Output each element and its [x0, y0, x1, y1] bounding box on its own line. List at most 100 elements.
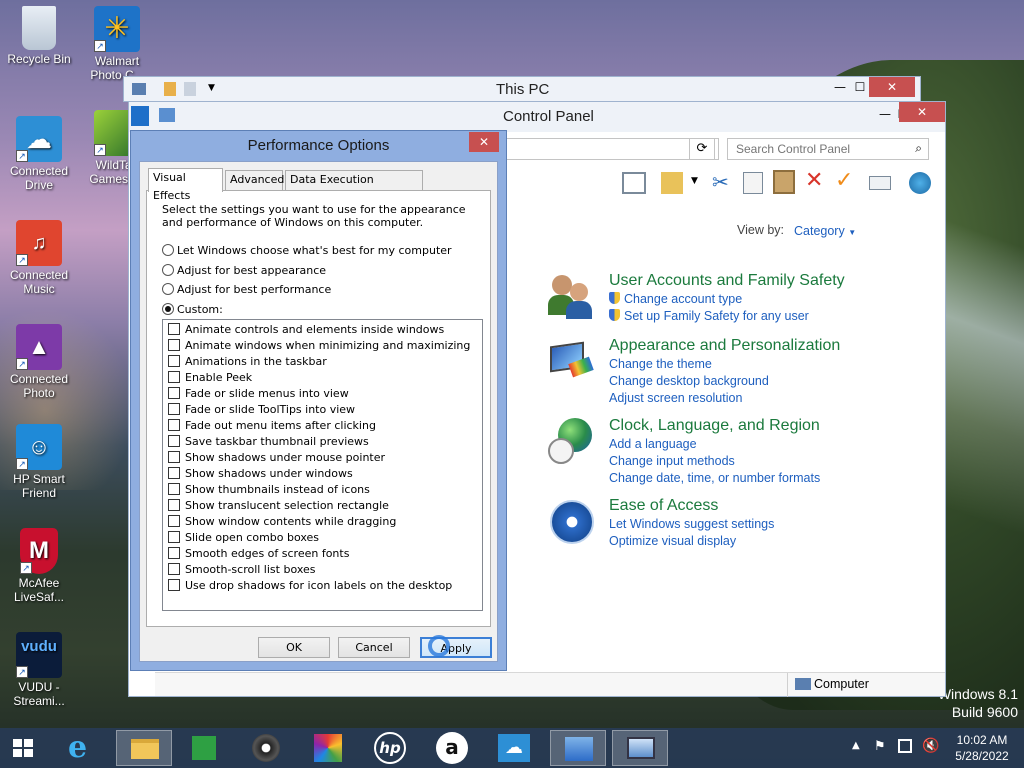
photo-app-icon[interactable] — [304, 730, 352, 766]
store-icon[interactable] — [180, 730, 228, 766]
desktop-icon-connected-photo[interactable]: ▲ ↗ Connected Photo — [6, 324, 72, 400]
option-row[interactable]: Show translucent selection rectangle — [168, 498, 389, 514]
option-row[interactable]: Smooth edges of screen fonts — [168, 546, 349, 562]
radio-let-windows-choose[interactable]: Let Windows choose what's best for my co… — [162, 243, 452, 259]
address-bar[interactable]: ▼ — [499, 138, 719, 160]
desktop-icon-walmart-photo[interactable]: ✳ ↗ Walmart Photo C... — [84, 6, 150, 82]
internet-explorer-icon[interactable]: e — [58, 730, 106, 766]
checkbox[interactable] — [168, 547, 180, 559]
category-title[interactable]: Ease of Access — [609, 496, 909, 516]
connected-drive-taskbar-icon[interactable]: ☁ — [490, 730, 538, 766]
task-link[interactable]: Adjust screen resolution — [609, 390, 909, 407]
search-input[interactable] — [728, 139, 908, 159]
ok-button[interactable]: OK — [258, 637, 330, 658]
copy-icon[interactable] — [743, 172, 763, 194]
desktop-icon-connected-music[interactable]: ♫ ↗ Connected Music — [6, 220, 72, 296]
task-link[interactable]: Change input methods — [609, 453, 909, 470]
option-row[interactable]: Animate windows when minimizing and maxi… — [168, 338, 470, 354]
amazon-icon[interactable]: a — [428, 730, 476, 766]
radio-button[interactable] — [162, 264, 174, 276]
properties-icon[interactable] — [164, 82, 176, 96]
control-panel-taskbar-icon[interactable] — [550, 730, 606, 766]
apply-button[interactable]: Apply — [420, 635, 492, 658]
task-link[interactable]: Change account type — [609, 291, 909, 308]
checkbox[interactable] — [168, 483, 180, 495]
this-pc-window[interactable]: ▼ This PC — ☐ ✕ — [123, 76, 921, 102]
checkbox[interactable] — [168, 563, 180, 575]
checkbox[interactable] — [168, 435, 180, 447]
folder-options-icon[interactable] — [661, 172, 683, 194]
category-title[interactable]: User Accounts and Family Safety — [609, 271, 909, 291]
hp-icon[interactable]: hp — [366, 730, 414, 766]
option-row[interactable]: Show thumbnails instead of icons — [168, 482, 370, 498]
close-button[interactable]: ✕ — [899, 102, 945, 122]
start-button[interactable] — [0, 730, 46, 766]
category-title[interactable]: Clock, Language, and Region — [609, 416, 909, 436]
paste-icon[interactable] — [773, 170, 795, 194]
checkbox[interactable] — [168, 499, 180, 511]
checkbox[interactable] — [168, 531, 180, 543]
desktop-icon-connected-drive[interactable]: ☁ ↗ Connected Drive — [6, 116, 72, 192]
radio-button[interactable] — [162, 244, 174, 256]
tab-visual-effects[interactable]: Visual Effects — [148, 168, 223, 202]
checkbox[interactable] — [168, 579, 180, 591]
option-row[interactable]: Enable Peek — [168, 370, 252, 386]
view-by-dropdown[interactable]: Category ▼ — [794, 223, 856, 241]
option-row[interactable]: Animations in the taskbar — [168, 354, 327, 370]
radio-best-appearance[interactable]: Adjust for best appearance — [162, 263, 326, 279]
option-row[interactable]: Smooth-scroll list boxes — [168, 562, 316, 578]
category-title[interactable]: Appearance and Personalization — [609, 336, 909, 356]
checkbox[interactable] — [168, 451, 180, 463]
option-row[interactable]: Fade or slide menus into view — [168, 386, 349, 402]
task-link[interactable]: Add a language — [609, 436, 909, 453]
close-button[interactable]: ✕ — [469, 132, 499, 152]
radio-best-performance[interactable]: Adjust for best performance — [162, 282, 331, 298]
task-link[interactable]: Change desktop background — [609, 373, 909, 390]
performance-options-dialog[interactable]: Performance Options ✕ Visual Effects Adv… — [130, 130, 507, 671]
cancel-button[interactable]: Cancel — [338, 637, 410, 658]
task-link[interactable]: Optimize visual display — [609, 533, 909, 550]
radio-button[interactable] — [162, 283, 174, 295]
desktop-icon-mcafee[interactable]: M ↗ McAfee LiveSaf... — [6, 528, 72, 604]
option-row[interactable]: Show window contents while dragging — [168, 514, 396, 530]
network-globe-icon[interactable] — [909, 172, 931, 194]
search-icon[interactable]: ⌕ — [915, 141, 922, 156]
refresh-button[interactable]: ⟳ — [689, 138, 715, 160]
option-row[interactable]: Fade out menu items after clicking — [168, 418, 376, 434]
checkbox[interactable] — [168, 339, 180, 351]
chevron-down-icon[interactable]: ▼ — [691, 176, 698, 186]
option-row[interactable]: Show shadows under windows — [168, 466, 353, 482]
visual-effects-list[interactable]: Animate controls and elements inside win… — [162, 319, 483, 611]
option-row[interactable]: Animate controls and elements inside win… — [168, 322, 444, 338]
action-center-flag-icon[interactable]: ⚑ — [874, 739, 886, 754]
media-player-icon[interactable] — [242, 730, 290, 766]
option-row[interactable]: Use drop shadows for icon labels on the … — [168, 578, 452, 594]
check-icon[interactable]: ✓ — [835, 168, 853, 193]
tab-advanced[interactable]: Advanced — [225, 170, 284, 190]
checkbox[interactable] — [168, 387, 180, 399]
option-row[interactable]: Save taskbar thumbnail previews — [168, 434, 369, 450]
show-hidden-icons-chevron[interactable]: ▲ — [852, 740, 860, 751]
task-link[interactable]: Let Windows suggest settings — [609, 516, 909, 533]
tab-data-execution-prevention[interactable]: Data Execution Prevention — [285, 170, 423, 204]
option-row[interactable]: Fade or slide ToolTips into view — [168, 402, 355, 418]
task-link[interactable]: Set up Family Safety for any user — [609, 308, 909, 325]
volume-muted-icon[interactable]: 🔇 — [922, 738, 939, 754]
chevron-down-icon[interactable]: ▼ — [208, 83, 215, 93]
option-row[interactable]: Show shadows under mouse pointer — [168, 450, 385, 466]
desktop-icon-hp-smart-friend[interactable]: ☺ ↗ HP Smart Friend — [6, 424, 72, 500]
layout-pane-icon[interactable] — [622, 172, 646, 194]
cut-icon[interactable]: ✂ — [712, 170, 729, 194]
checkbox[interactable] — [168, 323, 180, 335]
close-button[interactable]: ✕ — [869, 77, 915, 97]
file-explorer-icon[interactable] — [116, 730, 172, 766]
checkbox[interactable] — [168, 467, 180, 479]
tray-clock[interactable]: 10:02 AM 5/28/2022 — [950, 733, 1014, 763]
checkbox[interactable] — [168, 515, 180, 527]
checkbox[interactable] — [168, 419, 180, 431]
checkbox[interactable] — [168, 371, 180, 383]
option-row[interactable]: Slide open combo boxes — [168, 530, 319, 546]
checkbox[interactable] — [168, 403, 180, 415]
system-properties-taskbar-icon[interactable] — [612, 730, 668, 766]
task-link[interactable]: Change the theme — [609, 356, 909, 373]
